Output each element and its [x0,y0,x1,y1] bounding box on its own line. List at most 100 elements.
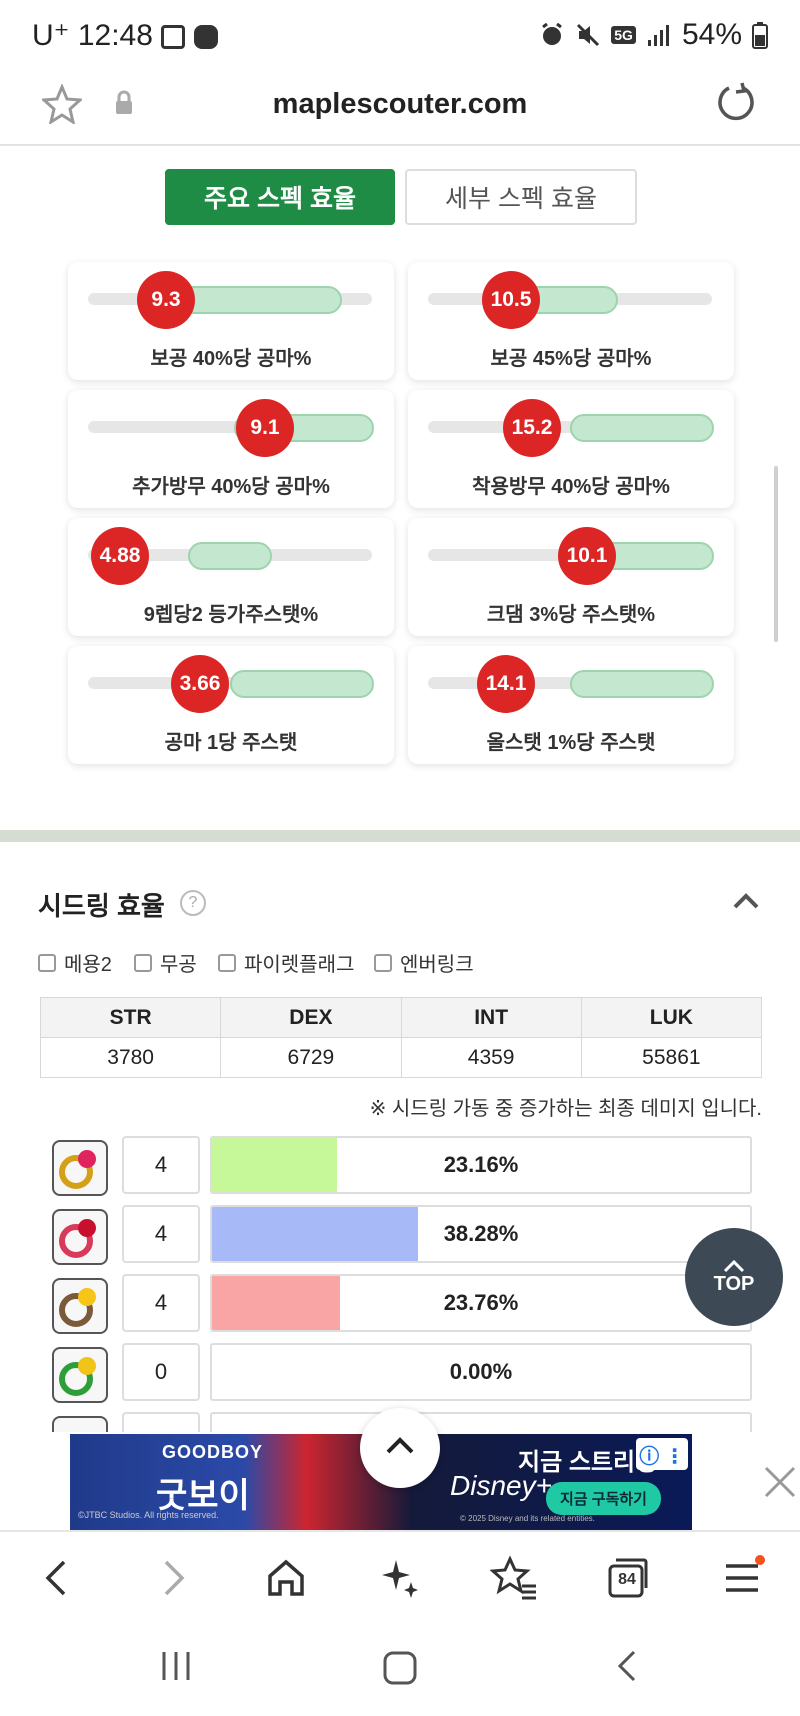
efficiency-card: 14.1 올스탯 1%당 주스탯 [408,646,734,764]
card-label: 공마 1당 주스탯 [164,732,298,754]
checkbox-label: 파이렛플래그 [244,954,355,976]
bookmarks-icon[interactable] [490,1554,538,1602]
checkbox-box[interactable] [218,953,236,972]
ring-level[interactable]: 4 [122,1274,200,1332]
checkbox-enverlink[interactable]: 엔버링크 [374,948,474,977]
clock: 12:48 [77,19,153,52]
back-icon[interactable] [34,1554,82,1602]
checkbox-label: 메용2 [64,954,112,976]
home-nav-icon[interactable] [380,1648,420,1688]
battery-icon [752,22,768,49]
recents-icon[interactable] [158,1648,194,1684]
slider-range [230,670,374,698]
chevron-up-icon [386,1437,414,1454]
card-label: 올스탯 1%당 주스탯 [486,732,656,754]
card-label: 크댐 3%당 주스탯% [486,604,656,626]
ring-percent: 38.28% [443,1221,519,1246]
value-badge: 15.2 [503,399,561,457]
stat-header-str: STR [39,997,222,1038]
card-label: 보공 40%당 공마% [150,348,312,370]
stat-table-row: 3780 6729 4359 55861 [39,1037,763,1078]
tab-main-spec[interactable]: 주요 스펙 효율 [165,169,395,225]
chevron-up-icon[interactable] [732,888,760,916]
tab-detail-spec[interactable]: 세부 스펙 효율 [405,169,637,225]
tabs-count: 84 [618,1571,636,1588]
scrollbar[interactable] [774,466,778,642]
ring-row: 4 23.76% [52,1274,752,1334]
system-nav-bar [0,1626,800,1716]
top-label: TOP [713,1272,755,1295]
checkbox-label: 엔버링크 [400,954,474,976]
ring-level[interactable]: 0 [122,1343,200,1401]
card-label: 착용방무 40%당 공마% [472,476,670,498]
checkbox-box[interactable] [374,953,392,972]
app-icon [193,25,218,50]
ring-level[interactable]: 4 [122,1205,200,1263]
collapse-ad-button[interactable] [360,1408,440,1488]
ad-cta-button[interactable]: 지금 구독하기 [546,1482,661,1515]
efficiency-card: 9.3 보공 40%당 공마% [68,262,394,380]
ad-copyright: ©JTBC Studios. All rights reserved. [78,1510,219,1520]
checkbox-box[interactable] [134,953,152,972]
checkbox-mugong[interactable]: 무공 [134,948,197,977]
status-bar: U⁺ 12:48 5G 54% [0,0,800,70]
status-left: U⁺ 12:48 [32,18,218,53]
value-badge: 9.1 [236,399,294,457]
ring-level[interactable]: 4 [122,1136,200,1194]
mute-icon [577,23,600,47]
value-badge: 10.5 [482,271,540,329]
efficiency-card: 3.66 공마 1당 주스탯 [68,646,394,764]
card-label: 9렙당2 등가주스탯% [143,604,319,626]
scroll-top-button[interactable]: TOP [685,1228,783,1326]
stat-value-dex: 6729 [220,1037,402,1078]
stat-value-luk: 55861 [580,1037,763,1078]
ring-icon-red-gold [52,1140,108,1196]
carrier: U⁺ [32,19,70,52]
reload-icon[interactable] [716,82,758,124]
status-right: 5G 54% [539,18,768,52]
close-icon[interactable] [760,1462,800,1502]
back-nav-icon[interactable] [610,1648,646,1684]
stat-table: STR DEX INT LUK 3780 6729 4359 55861 [39,997,763,1078]
ring-icon-gold-gem [52,1278,108,1334]
tabs-button[interactable]: 84 [604,1554,652,1602]
efficiency-card: 4.88 9렙당2 등가주스탯% [68,518,394,636]
slider-range [570,414,714,442]
ring-percent-bar: 23.16% [210,1136,752,1194]
checkbox-box[interactable] [38,953,56,972]
ring-row: 4 23.16% [52,1136,752,1196]
seed-efficiency-title: 시드링 효율 [38,891,165,921]
help-icon[interactable]: ? [180,890,206,916]
ring-icon-green-gold [52,1347,108,1403]
home-icon[interactable] [262,1554,310,1602]
alarm-icon [542,22,563,45]
ring-percent: 0.00% [449,1359,513,1384]
stat-value-int: 4359 [400,1037,582,1078]
browser-bottom-nav: 84 [0,1530,800,1626]
stat-header-int: INT [400,997,582,1038]
battery-text: 54% [681,18,742,51]
menu-icon[interactable] [718,1554,766,1602]
checkbox-pirate-flag[interactable]: 파이렛플래그 [218,948,354,977]
stat-header-luk: LUK [580,997,763,1038]
ring-percent-bar: 23.76% [210,1274,752,1332]
network-type: 5G [611,26,636,44]
chevron-up-icon [723,1259,745,1272]
slider-range [188,542,272,570]
ring-level[interactable] [122,1412,200,1432]
value-badge: 10.1 [558,527,616,585]
url-text[interactable]: maplescouter.com [0,88,800,121]
ring-percent-bar [210,1412,752,1432]
ring-percent-bar: 0.00% [210,1343,752,1401]
card-label: 추가방무 40%당 공마% [132,476,330,498]
forward-icon[interactable] [148,1554,196,1602]
efficiency-card: 10.1 크댐 3%당 주스탯% [408,518,734,636]
ad-info-icon[interactable]: ⓘ ⋮ [636,1438,688,1470]
checkbox-meyong2[interactable]: 메용2 [38,948,112,977]
ring-percent-bar: 38.28% [210,1205,752,1263]
stat-header-dex: DEX [220,997,402,1038]
slider-range [570,670,714,698]
efficiency-card: 10.5 보공 45%당 공마% [408,262,734,380]
sparkle-icon[interactable] [376,1554,424,1602]
ring-row: 4 38.28% [52,1205,752,1265]
